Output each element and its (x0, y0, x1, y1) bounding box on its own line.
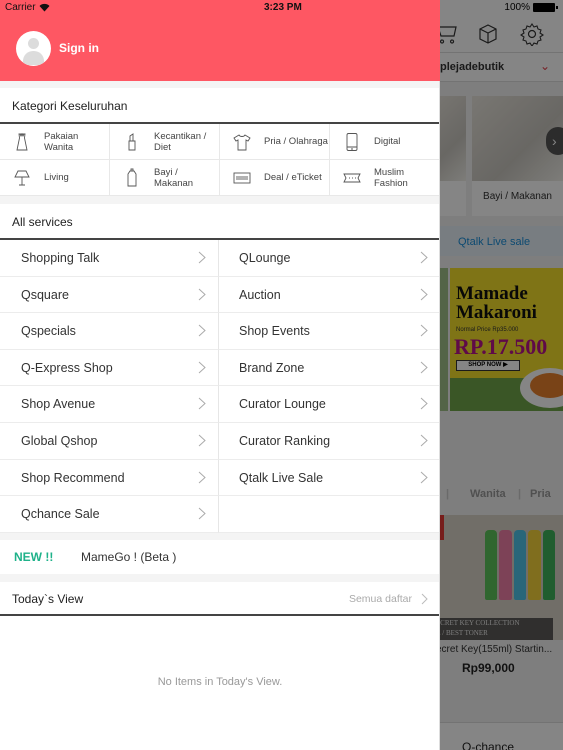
status-bar-overlay: Carrier 3:23 PM (0, 0, 440, 16)
chevron-right-icon (420, 324, 428, 337)
service-label: Q-Express Shop (21, 360, 113, 375)
service-label: Qtalk Live Sale (239, 470, 324, 485)
service-label: Shop Recommend (21, 470, 125, 485)
todays-view-title: Today`s View (12, 592, 84, 606)
chevron-right-icon (420, 361, 428, 374)
avatar[interactable] (16, 31, 51, 66)
service-item[interactable]: Brand Zone (219, 350, 440, 387)
screen: plejadebutik ⌄ Bayi / Makanan › Qtalk Li… (0, 0, 563, 750)
chevron-right-icon (198, 471, 206, 483)
side-drawer: Sign in Carrier 3:23 PM Kategori Keselur… (0, 0, 440, 750)
chevron-right-icon (198, 398, 206, 410)
chevron-right-icon (420, 471, 428, 483)
service-label: Qchance Sale (21, 507, 100, 522)
category-bayi-makanan[interactable]: Bayi / Makanan (110, 160, 220, 196)
category-label: Bayi / Makanan (154, 166, 194, 189)
service-label: QLounge (239, 251, 291, 265)
service-label: Brand Zone (239, 360, 305, 375)
service-label: Shop Events (239, 324, 310, 339)
chevron-right-icon (420, 398, 428, 410)
category-muslim-fashion[interactable]: Muslim Fashion (330, 160, 440, 196)
dress-icon (16, 132, 28, 151)
chevron-right-icon (198, 251, 206, 264)
service-label: Global Qshop (21, 433, 98, 448)
chevron-right-icon (420, 251, 428, 264)
service-item[interactable]: Qtalk Live Sale (219, 460, 440, 497)
battery-icon (533, 3, 558, 12)
chevron-right-icon (198, 288, 206, 300)
status-battery: 100% (504, 2, 558, 13)
new-feature-row[interactable]: NEW !! MameGo ! (Beta ) (0, 540, 440, 574)
todays-view-list: No Items in Today's View. (0, 616, 440, 750)
category-living[interactable]: Living (0, 160, 110, 196)
lamp-icon (14, 170, 30, 186)
service-item[interactable]: Qchance Sale (0, 496, 219, 533)
service-item[interactable]: Shopping Talk (0, 240, 219, 277)
service-item[interactable]: Curator Lounge (219, 386, 440, 423)
barcode-ticket-icon (233, 172, 251, 184)
category-label: Kecantikan / Diet (154, 130, 207, 153)
category-label: Digital (374, 136, 401, 147)
see-all-link[interactable]: Semua daftar (349, 593, 412, 605)
service-item[interactable]: Curator Ranking (219, 423, 440, 460)
service-label: Qsquare (21, 287, 69, 302)
services-title: All services (0, 204, 440, 240)
category-deal-eticket[interactable]: Deal / eTicket (220, 160, 330, 196)
services-grid: Shopping Talk QLounge Qsquare Auction Qspeci… (0, 240, 440, 533)
category-digital[interactable]: Digital (330, 124, 440, 160)
sign-in-link[interactable]: Sign in (59, 41, 99, 55)
status-carrier: Carrier (5, 2, 36, 13)
chevron-right-icon (198, 361, 206, 374)
chevron-right-icon (198, 434, 206, 447)
scarf-icon (343, 173, 361, 183)
service-label: Shop Avenue (21, 397, 96, 412)
service-item[interactable]: Qsquare (0, 276, 219, 314)
category-label: Deal / eTicket (264, 172, 322, 183)
service-item[interactable]: Global Qshop (0, 422, 219, 460)
todays-view-header: Today`s View Semua daftar (0, 582, 440, 616)
chevron-right-icon[interactable] (421, 593, 428, 605)
service-empty-cell (219, 496, 440, 533)
empty-state-message: No Items in Today's View. (157, 676, 283, 688)
category-label: Pakaian Wanita (44, 130, 79, 153)
service-label: Curator Lounge (239, 397, 326, 412)
service-label: Qspecials (21, 324, 76, 339)
service-label: Auction (239, 287, 281, 302)
category-label: Living (44, 172, 69, 183)
new-feature-label: MameGo ! (Beta ) (81, 550, 177, 564)
categories-title: Kategori Keseluruhan (0, 88, 440, 124)
smartphone-icon (346, 133, 358, 151)
tshirt-icon (233, 134, 251, 151)
category-pria-olahraga[interactable]: Pria / Olahraga (220, 124, 330, 160)
lipstick-icon (128, 133, 136, 151)
chevron-right-icon (420, 288, 428, 300)
category-kecantikan-diet[interactable]: Kecantikan / Diet (110, 124, 220, 160)
service-item[interactable]: Shop Recommend (0, 459, 219, 497)
category-grid: Pakaian Wanita Kecantikan / Diet Pria / … (0, 124, 440, 196)
service-item[interactable]: Auction (219, 277, 440, 314)
category-label: Muslim Fashion (374, 166, 408, 189)
chevron-right-icon (420, 434, 428, 447)
service-item[interactable]: QLounge (219, 240, 440, 277)
service-item[interactable]: Qspecials (0, 313, 219, 350)
service-label: Shopping Talk (21, 251, 100, 265)
service-label: Curator Ranking (239, 433, 331, 448)
chevron-right-icon (198, 324, 206, 337)
service-item[interactable]: Shop Avenue (0, 386, 219, 423)
category-label: Pria / Olahraga (264, 136, 328, 147)
drawer-edge (439, 81, 440, 750)
wifi-icon (39, 3, 50, 12)
category-pakaian-wanita[interactable]: Pakaian Wanita (0, 124, 110, 160)
baby-bottle-icon (127, 168, 137, 187)
status-time: 3:23 PM (264, 2, 302, 13)
chevron-right-icon (198, 507, 206, 520)
service-item[interactable]: Shop Events (219, 313, 440, 350)
service-item[interactable]: Q-Express Shop (0, 349, 219, 387)
new-badge: NEW !! (14, 550, 54, 564)
